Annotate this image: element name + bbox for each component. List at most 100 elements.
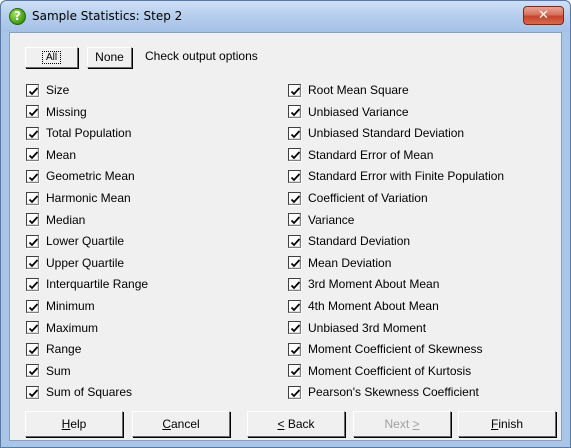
option-label: Unbiased 3rd Moment bbox=[308, 320, 427, 335]
next-button-label: Next bbox=[384, 417, 413, 431]
checkbox[interactable] bbox=[26, 385, 39, 399]
left-option-row[interactable]: Mean bbox=[26, 147, 76, 163]
checkbox[interactable] bbox=[288, 299, 301, 313]
close-icon: ✕ bbox=[538, 8, 549, 23]
checkbox[interactable] bbox=[288, 321, 301, 335]
checkbox[interactable] bbox=[26, 148, 39, 162]
checkbox[interactable] bbox=[26, 299, 39, 313]
option-label: Unbiased Variance bbox=[308, 104, 409, 119]
back-button[interactable]: < Back bbox=[247, 411, 345, 437]
checkbox[interactable] bbox=[26, 342, 39, 356]
option-label: Moment Coefficient of Kurtosis bbox=[308, 363, 472, 378]
back-button-label: Back bbox=[284, 417, 315, 431]
option-label: Median bbox=[46, 212, 86, 227]
right-option-row[interactable]: Standard Deviation bbox=[288, 233, 410, 249]
checkbox[interactable] bbox=[288, 364, 301, 378]
left-option-row[interactable]: Maximum bbox=[26, 320, 98, 336]
right-option-row[interactable]: 3rd Moment About Mean bbox=[288, 276, 439, 292]
checkbox[interactable] bbox=[26, 234, 39, 248]
all-button[interactable]: All bbox=[25, 47, 78, 68]
right-option-row[interactable]: Standard Error of Mean bbox=[288, 147, 433, 163]
help-question-icon: ? bbox=[9, 8, 26, 25]
checkbox[interactable] bbox=[26, 126, 39, 140]
right-option-row[interactable]: Moment Coefficient of Kurtosis bbox=[288, 363, 471, 379]
option-label: Sum of Squares bbox=[46, 385, 133, 400]
checkbox[interactable] bbox=[288, 191, 301, 205]
left-option-row[interactable]: Range bbox=[26, 341, 81, 357]
left-option-row[interactable]: Missing bbox=[26, 104, 87, 120]
checkbox[interactable] bbox=[288, 126, 301, 140]
option-label: Harmonic Mean bbox=[46, 191, 131, 205]
right-option-row[interactable]: Standard Error with Finite Population bbox=[288, 168, 504, 184]
option-label: 3rd Moment About Mean bbox=[308, 277, 440, 292]
cancel-button[interactable]: Cancel bbox=[132, 411, 230, 437]
none-button[interactable]: None bbox=[87, 47, 132, 68]
checkbox[interactable] bbox=[288, 277, 301, 291]
checkbox[interactable] bbox=[26, 321, 39, 335]
checkbox[interactable] bbox=[288, 148, 301, 162]
help-button[interactable]: Help bbox=[25, 411, 123, 437]
right-option-row[interactable]: 4th Moment About Mean bbox=[288, 298, 439, 314]
option-label: Unbiased Standard Deviation bbox=[308, 126, 465, 141]
checkbox[interactable] bbox=[288, 83, 301, 97]
back-button-mnemonic: < bbox=[277, 417, 285, 431]
option-label: Lower Quartile bbox=[46, 234, 125, 249]
right-option-row[interactable]: Root Mean Square bbox=[288, 82, 409, 98]
checkbox[interactable] bbox=[288, 256, 301, 270]
left-option-row[interactable]: Interquartile Range bbox=[26, 276, 148, 292]
left-option-row[interactable]: Median bbox=[26, 212, 85, 228]
checkbox[interactable] bbox=[26, 277, 39, 291]
left-option-row[interactable]: Sum of Squares bbox=[26, 384, 132, 400]
right-option-row[interactable]: Variance bbox=[288, 212, 354, 228]
checkbox[interactable] bbox=[288, 342, 301, 356]
option-label: Coefficient of Variation bbox=[308, 191, 428, 205]
left-option-row[interactable]: Minimum bbox=[26, 298, 95, 314]
checkbox[interactable] bbox=[288, 105, 301, 119]
title-bar[interactable]: ? Sample Statistics: Step 2 ✕ bbox=[1, 1, 570, 32]
option-label: Moment Coefficient of Skewness bbox=[308, 342, 483, 357]
checkbox[interactable] bbox=[26, 364, 39, 378]
option-label: Standard Error with Finite Population bbox=[308, 169, 505, 184]
option-label: Upper Quartile bbox=[46, 255, 125, 270]
left-option-row[interactable]: Sum bbox=[26, 363, 71, 379]
option-label: Total Population bbox=[46, 126, 132, 141]
close-button[interactable]: ✕ bbox=[523, 6, 564, 25]
option-label: Sum bbox=[46, 363, 71, 378]
left-option-row[interactable]: Total Population bbox=[26, 125, 131, 141]
left-option-row[interactable]: Harmonic Mean bbox=[26, 190, 131, 206]
window-title: Sample Statistics: Step 2 bbox=[32, 9, 183, 23]
checkbox[interactable] bbox=[26, 83, 39, 97]
right-option-row[interactable]: Unbiased Variance bbox=[288, 104, 409, 120]
checkbox[interactable] bbox=[288, 234, 301, 248]
checkbox[interactable] bbox=[288, 385, 301, 399]
checkbox[interactable] bbox=[26, 191, 39, 205]
left-option-row[interactable]: Lower Quartile bbox=[26, 233, 124, 249]
option-label: Interquartile Range bbox=[46, 277, 149, 292]
right-option-row[interactable]: Pearson's Skewness Coefficient bbox=[288, 384, 479, 400]
option-label: Geometric Mean bbox=[46, 169, 135, 184]
right-option-row[interactable]: Mean Deviation bbox=[288, 255, 391, 271]
left-option-row[interactable]: Upper Quartile bbox=[26, 255, 124, 271]
right-option-row[interactable]: Coefficient of Variation bbox=[288, 190, 428, 206]
all-button-label: All bbox=[41, 51, 62, 64]
checkbox[interactable] bbox=[288, 169, 301, 183]
cancel-button-mnemonic: C bbox=[162, 417, 171, 431]
finish-button[interactable]: Finish bbox=[458, 411, 556, 437]
option-label: Standard Error of Mean bbox=[308, 147, 434, 162]
checkbox[interactable] bbox=[26, 256, 39, 270]
left-option-row[interactable]: Size bbox=[26, 82, 69, 98]
right-option-row[interactable]: Unbiased 3rd Moment bbox=[288, 320, 426, 336]
checkbox[interactable] bbox=[26, 105, 39, 119]
next-button[interactable]: Next > bbox=[353, 411, 451, 437]
option-label: Minimum bbox=[46, 299, 95, 313]
option-label: Maximum bbox=[46, 320, 99, 335]
finish-button-label: inish bbox=[498, 417, 524, 431]
checkbox[interactable] bbox=[26, 213, 39, 227]
left-option-row[interactable]: Geometric Mean bbox=[26, 168, 135, 184]
check-output-hint: Check output options bbox=[145, 49, 258, 63]
checkbox[interactable] bbox=[288, 213, 301, 227]
right-option-row[interactable]: Unbiased Standard Deviation bbox=[288, 125, 464, 141]
option-label: Standard Deviation bbox=[308, 234, 411, 249]
right-option-row[interactable]: Moment Coefficient of Skewness bbox=[288, 341, 483, 357]
checkbox[interactable] bbox=[26, 169, 39, 183]
